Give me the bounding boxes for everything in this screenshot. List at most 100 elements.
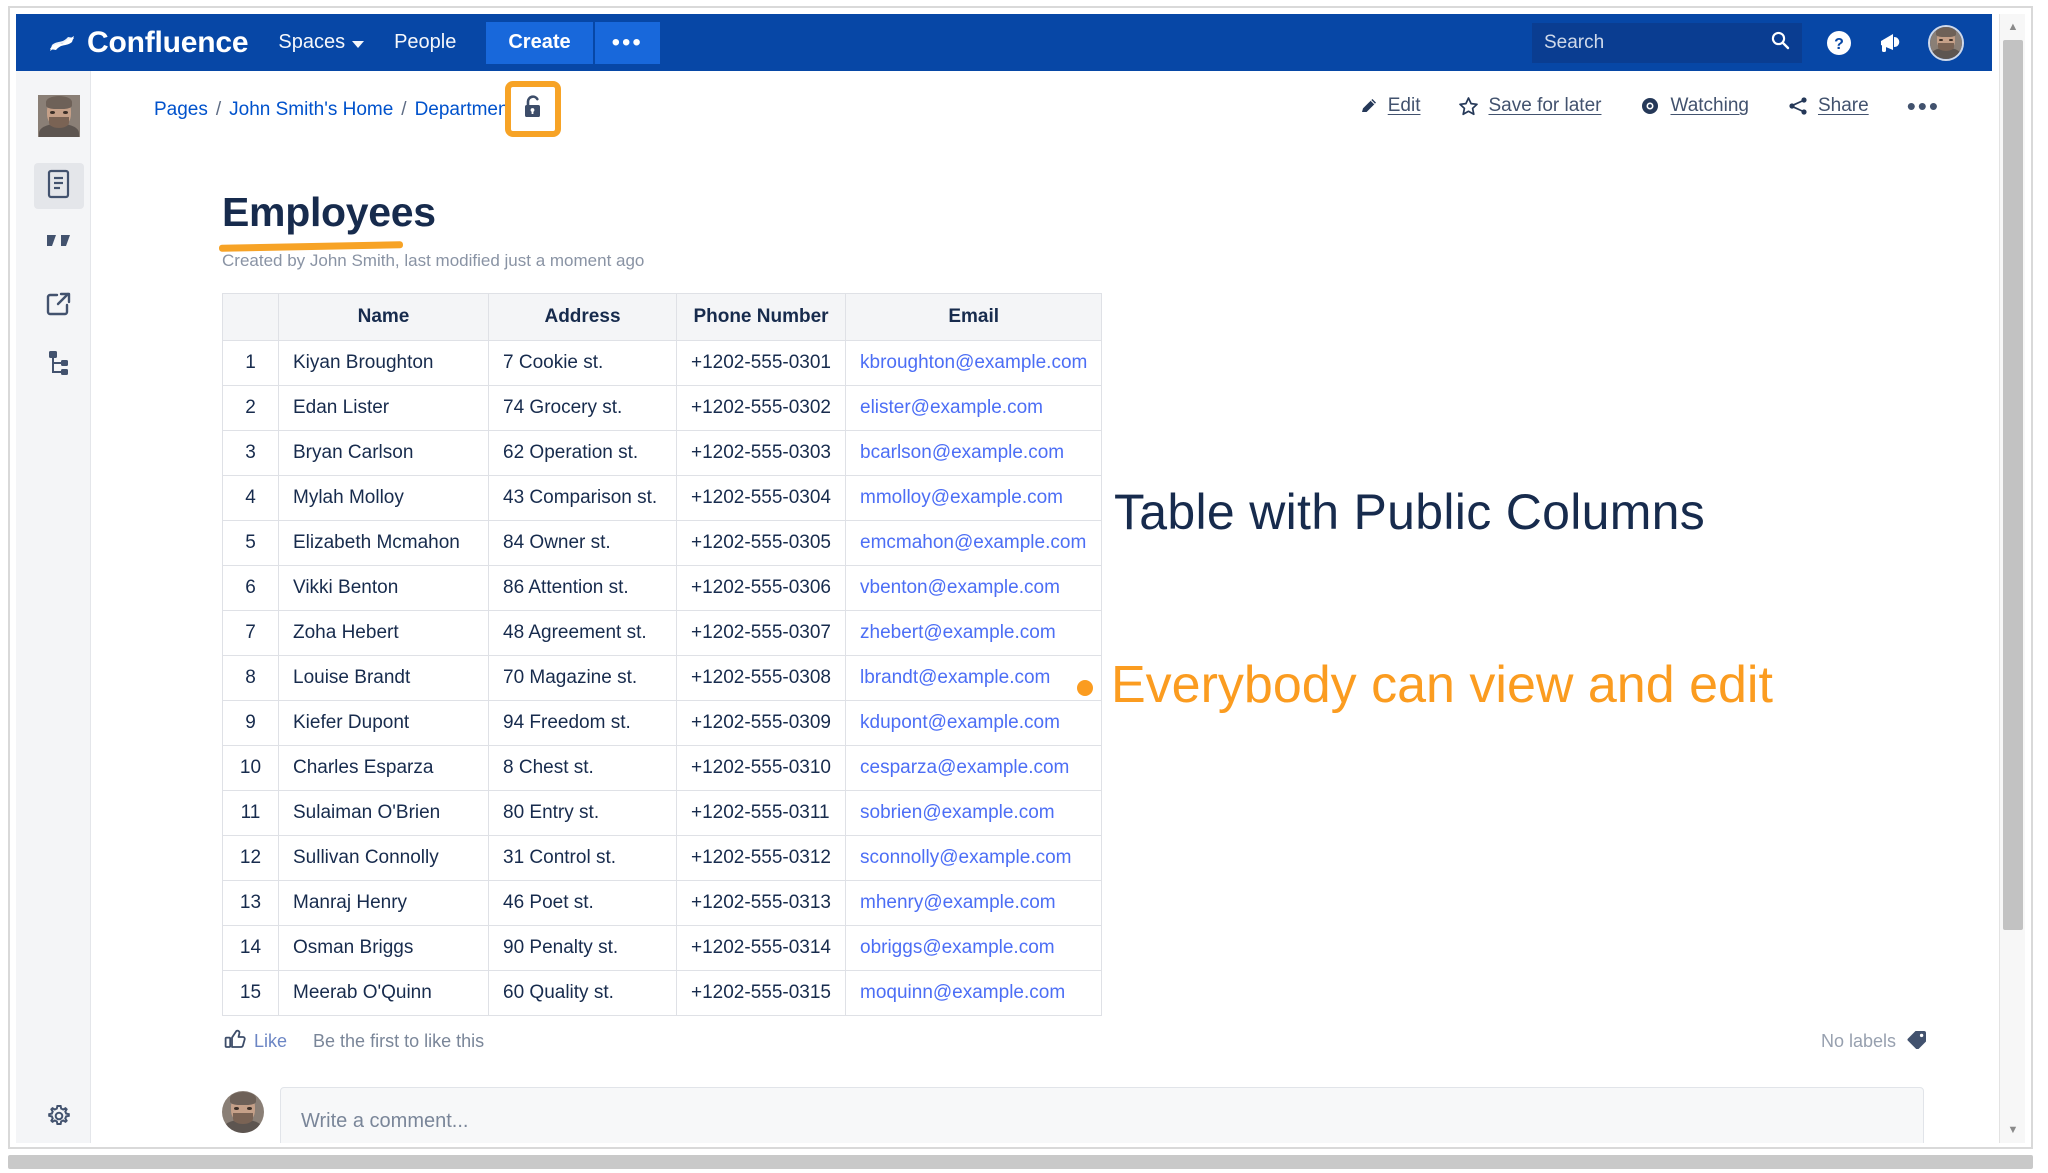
table-cell-email[interactable]: sconnolly@example.com — [844, 835, 1103, 881]
email-link[interactable]: zhebert@example.com — [860, 622, 1056, 643]
page-title: Employees — [222, 189, 436, 235]
email-link[interactable]: mmolloy@example.com — [860, 487, 1063, 508]
table-cell-email[interactable]: lbrandt@example.com — [844, 655, 1103, 701]
table-body: 1 Kiyan Broughton 7 Cookie st. +1202-555-03… — [222, 340, 1103, 1016]
like-hint-text: Be the first to like this — [313, 1031, 485, 1051]
labels-row[interactable]: No labels — [1821, 1029, 1928, 1054]
table-cell-name: Meerab O'Quinn — [278, 970, 489, 1016]
breadcrumb-separator: / — [401, 99, 407, 120]
comment-avatar — [222, 1091, 264, 1133]
create-button[interactable]: Create — [486, 21, 593, 64]
table-cell-rownum: 2 — [222, 385, 279, 431]
avatar[interactable] — [1928, 24, 1964, 61]
table-cell-email[interactable]: mmolloy@example.com — [844, 475, 1103, 521]
save-for-later-button[interactable]: Save for later — [1458, 95, 1601, 117]
create-more-button[interactable]: ••• — [592, 21, 660, 64]
table-cell-email[interactable]: sobrien@example.com — [844, 790, 1103, 836]
search-input[interactable] — [1544, 31, 1770, 54]
table-cell-name: Manraj Henry — [278, 880, 489, 926]
share-button[interactable]: Share — [1787, 95, 1869, 117]
nav-item-spaces[interactable]: Spaces — [278, 31, 365, 54]
like-button[interactable]: Like — [224, 1029, 287, 1054]
help-circle-icon[interactable]: ? — [1824, 28, 1854, 58]
comment-input-box[interactable]: Write a comment... — [280, 1087, 1924, 1143]
email-link[interactable]: sconnolly@example.com — [860, 847, 1072, 868]
table-cell-email[interactable]: bcarlson@example.com — [844, 430, 1103, 476]
nav-item-people-label: People — [394, 31, 457, 53]
table-cell-rownum: 4 — [222, 475, 279, 521]
table-cell-name: Osman Briggs — [278, 925, 489, 971]
scroll-down-arrow-icon[interactable]: ▼ — [2000, 1119, 2025, 1141]
share-icon — [1787, 96, 1809, 116]
breadcrumb-item-home[interactable]: John Smith's Home — [229, 99, 393, 121]
table-cell-email[interactable]: mhenry@example.com — [844, 880, 1103, 926]
sidebar-item-blog[interactable] — [34, 223, 84, 269]
vertical-scrollbar[interactable]: ▲ ▼ — [1999, 14, 2025, 1143]
edit-button[interactable]: Edit — [1359, 95, 1421, 117]
edit-button-label: Edit — [1387, 95, 1421, 116]
table-cell-address: 80 Entry st. — [488, 790, 677, 836]
like-row: Like Be the first to like this — [224, 1029, 484, 1054]
watching-label: Watching — [1670, 95, 1749, 116]
table-cell-phone: +1202-555-0306 — [676, 565, 846, 611]
nav-item-people[interactable]: People — [394, 31, 456, 54]
confluence-logo[interactable]: Confluence — [48, 25, 249, 60]
table-cell-phone: +1202-555-0304 — [676, 475, 846, 521]
email-link[interactable]: lbrandt@example.com — [860, 667, 1050, 688]
search-icon[interactable] — [1770, 30, 1790, 55]
confluence-logo-text: Confluence — [87, 25, 249, 59]
search-box[interactable] — [1532, 22, 1802, 63]
table-cell-email[interactable]: cesparza@example.com — [844, 745, 1103, 791]
vertical-scrollbar-thumb[interactable] — [2003, 40, 2023, 930]
sidebar-item-shortcut[interactable] — [34, 283, 84, 329]
table-cell-address: 94 Freedom st. — [488, 700, 677, 746]
email-link[interactable]: elister@example.com — [860, 397, 1043, 418]
table-header-phone: Phone Number — [676, 293, 846, 341]
table-row: 7 Zoha Hebert 48 Agreement st. +1202-555-03… — [222, 610, 1103, 656]
table-row: 8 Louise Brandt 70 Magazine st. +1202-555-0… — [222, 655, 1103, 701]
table-cell-address: 60 Quality st. — [488, 970, 677, 1016]
breadcrumb-item-pages[interactable]: Pages — [154, 99, 208, 121]
table-cell-email[interactable]: elister@example.com — [844, 385, 1103, 431]
email-link[interactable]: vbenton@example.com — [860, 577, 1060, 598]
email-link[interactable]: sobrien@example.com — [860, 802, 1055, 823]
email-link[interactable]: moquinn@example.com — [860, 982, 1065, 1003]
table-cell-email[interactable]: kdupont@example.com — [844, 700, 1103, 746]
watching-button[interactable]: Watching — [1639, 95, 1749, 117]
megaphone-icon[interactable] — [1876, 28, 1906, 58]
table-cell-phone: +1202-555-0315 — [676, 970, 846, 1016]
table-cell-address: 70 Magazine st. — [488, 655, 677, 701]
comment-placeholder: Write a comment... — [301, 1110, 469, 1132]
table-cell-email[interactable]: vbenton@example.com — [844, 565, 1103, 611]
email-link[interactable]: obriggs@example.com — [860, 937, 1055, 958]
sidebar-settings-button[interactable] — [34, 1095, 84, 1141]
space-avatar[interactable] — [38, 95, 80, 137]
table-cell-email[interactable]: kbroughton@example.com — [844, 340, 1103, 386]
email-link[interactable]: mhenry@example.com — [860, 892, 1056, 913]
table-cell-phone: +1202-555-0308 — [676, 655, 846, 701]
table-cell-email[interactable]: zhebert@example.com — [844, 610, 1103, 656]
email-link[interactable]: bcarlson@example.com — [860, 442, 1064, 463]
horizontal-scrollbar[interactable] — [8, 1155, 2033, 1169]
scroll-up-arrow-icon[interactable]: ▲ — [2000, 16, 2025, 38]
unlocked-padlock-icon[interactable] — [520, 93, 546, 126]
table-row: 12 Sullivan Connolly 31 Control st. +1202-5… — [222, 835, 1103, 881]
browser-window: Confluence Spaces People Create ••• Sear… — [8, 6, 2033, 1149]
page-actions-more-button[interactable]: ••• — [1907, 92, 1940, 119]
email-link[interactable]: kdupont@example.com — [860, 712, 1060, 733]
email-link[interactable]: cesparza@example.com — [860, 757, 1069, 778]
sidebar-item-page-tree[interactable] — [34, 341, 84, 387]
table-header-email: Email — [844, 293, 1103, 341]
email-link[interactable]: emcmahon@example.com — [860, 532, 1086, 553]
table-row: 6 Vikki Benton 86 Attention st. +1202-555-0… — [222, 565, 1103, 611]
sidebar-item-pages[interactable] — [34, 163, 84, 209]
table-row: 2 Edan Lister 74 Grocery st. +1202-555-0302… — [222, 385, 1103, 431]
table-cell-email[interactable]: emcmahon@example.com — [844, 520, 1103, 566]
table-cell-email[interactable]: obriggs@example.com — [844, 925, 1103, 971]
external-link-icon — [45, 290, 73, 323]
table-cell-email[interactable]: moquinn@example.com — [844, 970, 1103, 1016]
email-link[interactable]: kbroughton@example.com — [860, 352, 1087, 373]
nav-right-group: ? — [1532, 22, 1964, 63]
page-byline: Created by John Smith, last modified jus… — [222, 251, 645, 270]
table-row: 3 Bryan Carlson 62 Operation st. +1202-555-… — [222, 430, 1103, 476]
